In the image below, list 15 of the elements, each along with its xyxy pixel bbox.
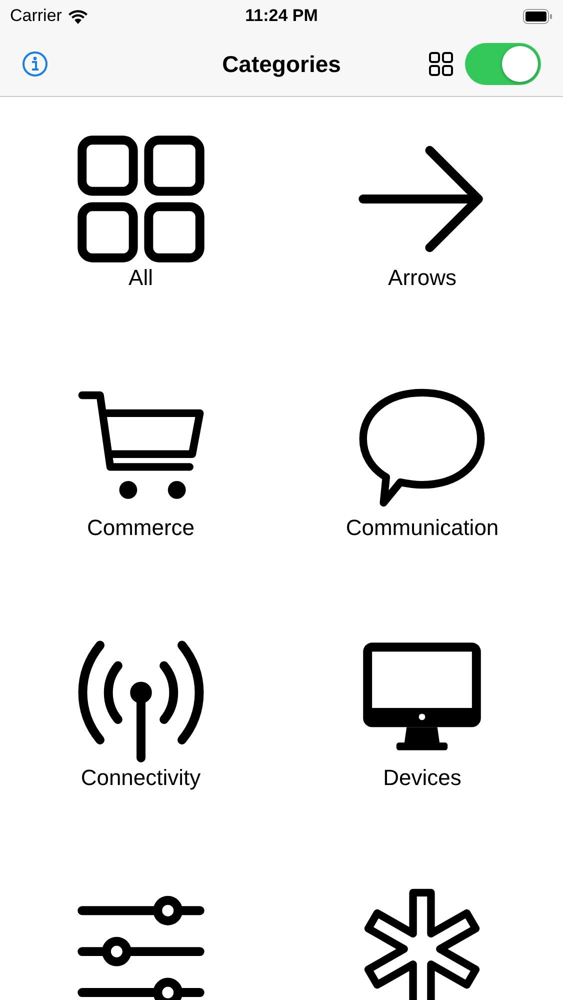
grid-icon[interactable] [429, 52, 453, 76]
category-label[interactable]: Devices [383, 765, 462, 791]
category-label[interactable]: All [128, 265, 153, 291]
clock-time: 11:24 PM [245, 6, 318, 26]
toggle-switch[interactable] [465, 43, 541, 85]
nav-title: Categories [222, 50, 341, 78]
wifi-icon [68, 8, 88, 24]
battery-icon [523, 8, 553, 24]
category-label[interactable]: Communication [346, 515, 499, 541]
category-label[interactable]: Commerce [86, 515, 195, 541]
info-icon[interactable] [22, 51, 48, 77]
category-label[interactable]: Arrows [388, 265, 456, 291]
carrier-name: Carrier [10, 6, 62, 26]
grid-icon [76, 135, 205, 263]
category-label[interactable]: Connectivity [80, 765, 201, 791]
